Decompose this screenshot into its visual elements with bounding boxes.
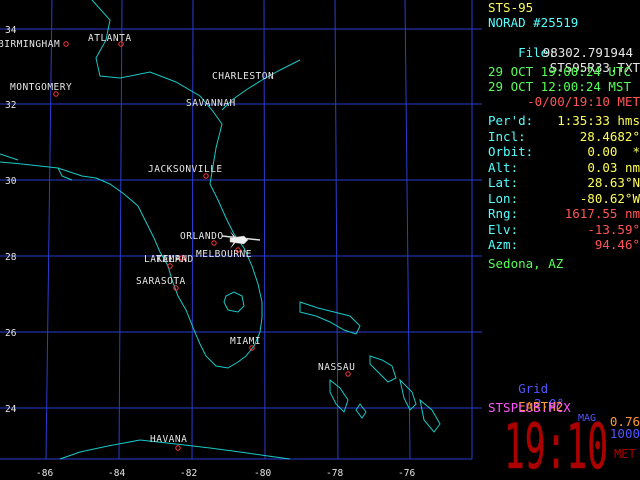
grid-row: Grid 2.0° MAG 1000: [488, 366, 640, 441]
met-time: -0/00/19:10 MET: [527, 94, 640, 109]
telemetry-value: 1:35:33 hms: [557, 113, 640, 128]
shuttle-icon[interactable]: [229, 231, 249, 249]
met-clock: 19:10: [504, 410, 608, 476]
telemetry-label: Incl:: [488, 128, 526, 144]
city-label: MONTGOMERY: [10, 82, 72, 93]
telemetry-value: -13.59°: [587, 221, 640, 237]
city-label: BIRMINGHAM: [0, 39, 60, 50]
mst-time: 29 OCT 12:00:24 MST: [488, 79, 631, 94]
city-label: CHARLESTON: [212, 71, 274, 82]
telemetry-value: 94.46°: [594, 237, 640, 252]
longitude-tick: -84: [108, 468, 125, 479]
city-label: MELBOURNE: [196, 249, 252, 260]
city-layer: BIRMINGHAM ATLANTA MONTGOMERY CHARLESTON SAV…: [0, 33, 355, 451]
telemetry-row: Lat: 28.63°N: [488, 175, 640, 190]
city-label: ATLANTA: [88, 33, 132, 44]
telemetry-row: Elv: -13.59°: [488, 222, 640, 237]
mission-title: STS-95: [488, 0, 534, 15]
tracking-map[interactable]: BIRMINGHAM ATLANTA MONTGOMERY CHARLESTON SAV…: [0, 0, 482, 480]
telemetry-row: Incl: 28.4682°: [488, 129, 640, 144]
telemetry-label: Lat:: [488, 175, 519, 190]
city-label: HAVANA: [150, 434, 187, 445]
city-label: NASSAU: [318, 362, 355, 373]
longitude-labels: -86 -84 -82 -80 -78 -76: [36, 468, 415, 479]
epoch-value: 98302.791944: [542, 45, 633, 60]
telemetry-label: Orbit:: [488, 144, 534, 159]
telemetry-label: Alt:: [488, 159, 519, 175]
telemetry-value: 28.4682°: [579, 128, 640, 144]
city-label: SARASOTA: [136, 276, 186, 287]
telemetry-value: 1617.55 nm: [564, 206, 640, 221]
telemetry-value: 0.00 *: [587, 144, 640, 159]
longitude-tick: -80: [254, 468, 271, 479]
telemetry-label: Per'd:: [488, 113, 534, 128]
latitude-tick: 32: [5, 100, 16, 111]
latitude-tick: 26: [5, 328, 17, 339]
city-label: LAKELAND: [144, 254, 194, 265]
telemetry-row: Orbit: 0.00 *: [488, 144, 640, 159]
longitude-tick: -86: [36, 468, 53, 479]
city-label: JACKSONVILLE: [148, 164, 223, 175]
telemetry-row: Lon: -80.62°W: [488, 191, 640, 206]
met-clock-suffix: MET: [614, 447, 636, 461]
longitude-tick: -82: [180, 468, 197, 479]
city-label: SAVANNAH: [186, 98, 236, 109]
telemetry-value: -80.62°W: [579, 190, 640, 206]
latitude-tick: 34: [5, 25, 17, 36]
norad-id: NORAD #25519: [488, 15, 579, 30]
longitude-tick: -76: [398, 468, 415, 479]
telemetry-row: Alt: 0.03 nm: [488, 160, 640, 175]
observer-site: Sedona, AZ: [488, 256, 564, 271]
telemetry-row: Azm: 94.46°: [488, 237, 640, 252]
city-label: ORLANDO: [180, 231, 224, 242]
telemetry-row: Per'd: 1:35:33 hms: [488, 113, 640, 128]
earth-value: 0.76: [609, 414, 640, 429]
telemetry-label: Lon:: [488, 190, 519, 206]
telemetry-label: Azm:: [488, 237, 519, 252]
telemetry-label: Elv:: [488, 221, 519, 237]
file-row: File: STS95R33.TXT: [488, 30, 640, 75]
latitude-tick: 30: [5, 176, 17, 187]
latitude-tick: 24: [5, 404, 17, 415]
longitude-tick: -78: [326, 468, 343, 479]
met-clock-digits: 19:10: [504, 410, 608, 476]
city-marker: [175, 445, 181, 451]
city-marker: [63, 41, 69, 47]
telemetry-row: Rng: 1617.55 nm: [488, 206, 640, 221]
utc-time: 29 OCT 19:00:24 UTC: [488, 64, 631, 79]
earth-row: EARTH2 0.76: [488, 384, 640, 429]
telemetry-label: Rng:: [488, 206, 519, 221]
coastline: [0, 0, 441, 460]
telemetry-value: 28.63°N: [587, 175, 640, 190]
city-label: MIAMI: [230, 336, 261, 347]
latitude-tick: 28: [5, 252, 17, 263]
telemetry-value: 0.03 nm: [587, 159, 640, 175]
